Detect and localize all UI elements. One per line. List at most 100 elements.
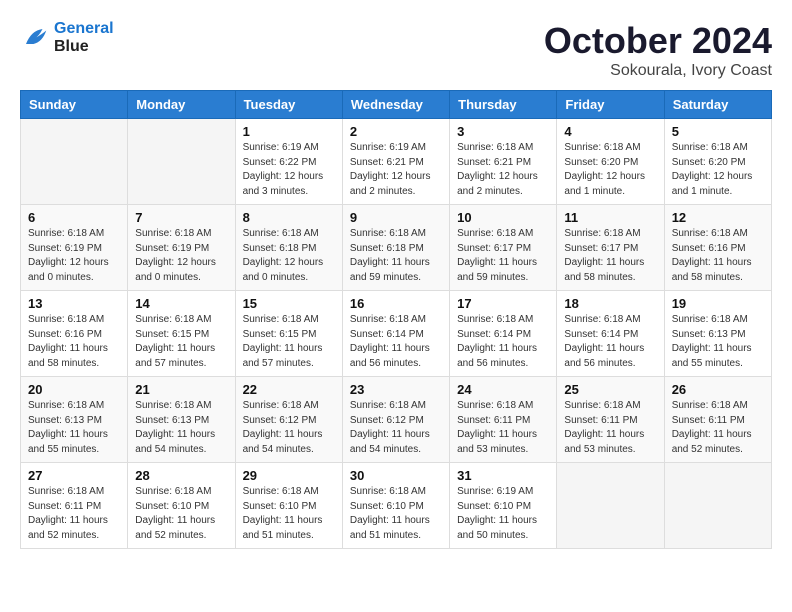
day-number: 18 [564, 296, 656, 311]
weekday-header-tuesday: Tuesday [235, 91, 342, 119]
day-number: 6 [28, 210, 120, 225]
day-number: 21 [135, 382, 227, 397]
calendar-cell: 14Sunrise: 6:18 AMSunset: 6:15 PMDayligh… [128, 291, 235, 377]
page-header: General Blue October 2024 Sokourala, Ivo… [20, 20, 772, 80]
weekday-header-wednesday: Wednesday [342, 91, 449, 119]
day-info: Sunrise: 6:18 AMSunset: 6:10 PMDaylight:… [350, 485, 442, 543]
day-number: 28 [135, 468, 227, 483]
day-number: 12 [672, 210, 764, 225]
logo-icon [20, 23, 50, 53]
calendar-week-row: 27 Sunrise: 6:18 AMSunset: 6:11 PMDayligh… [21, 463, 772, 549]
day-number: 20 [28, 382, 120, 397]
calendar-cell: 25 Sunrise: 6:18 AMSunset: 6:11 PMDayligh… [557, 377, 664, 463]
calendar-table: SundayMondayTuesdayWednesdayThursdayFrid… [20, 90, 772, 549]
calendar-cell [664, 463, 771, 549]
month-title: October 2024 [544, 20, 772, 62]
day-info: Sunrise: 6:18 AMSunset: 6:11 PMDaylight:… [564, 399, 656, 457]
day-info: Sunrise: 6:18 AMSunset: 6:16 PMDaylight:… [672, 227, 764, 285]
day-info: Sunrise: 6:18 AMSunset: 6:11 PMDaylight:… [672, 399, 764, 457]
calendar-cell: 10 Sunrise: 6:18 AMSunset: 6:17 PMDayligh… [450, 205, 557, 291]
calendar-cell: 7 Sunrise: 6:18 AMSunset: 6:19 PMDaylight… [128, 205, 235, 291]
day-info: Sunrise: 6:19 AMSunset: 6:21 PMDaylight:… [350, 141, 442, 199]
calendar-cell: 18 Sunrise: 6:18 AMSunset: 6:14 PMDayligh… [557, 291, 664, 377]
calendar-cell: 20 Sunrise: 6:18 AMSunset: 6:13 PMDayligh… [21, 377, 128, 463]
calendar-cell: 8 Sunrise: 6:18 AMSunset: 6:18 PMDaylight… [235, 205, 342, 291]
day-number: 25 [564, 382, 656, 397]
day-number: 3 [457, 124, 549, 139]
weekday-header-saturday: Saturday [664, 91, 771, 119]
calendar-cell: 12 Sunrise: 6:18 AMSunset: 6:16 PMDayligh… [664, 205, 771, 291]
day-info: Sunrise: 6:18 AMSunset: 6:11 PMDaylight:… [28, 485, 120, 543]
weekday-header-row: SundayMondayTuesdayWednesdayThursdayFrid… [21, 91, 772, 119]
day-number: 15 [243, 296, 335, 311]
day-info: Sunrise: 6:18 AMSunset: 6:17 PMDaylight:… [457, 227, 549, 285]
day-number: 7 [135, 210, 227, 225]
calendar-cell: 19 Sunrise: 6:18 AMSunset: 6:13 PMDayligh… [664, 291, 771, 377]
day-info: Sunrise: 6:18 AMSunset: 6:19 PMDaylight:… [135, 227, 227, 285]
calendar-cell: 4Sunrise: 6:18 AMSunset: 6:20 PMDaylight… [557, 119, 664, 205]
calendar-cell: 11Sunrise: 6:18 AMSunset: 6:17 PMDayligh… [557, 205, 664, 291]
calendar-cell [21, 119, 128, 205]
day-info: Sunrise: 6:18 AMSunset: 6:18 PMDaylight:… [243, 227, 335, 285]
day-info: Sunrise: 6:18 AMSunset: 6:16 PMDaylight:… [28, 313, 120, 371]
calendar-cell: 29 Sunrise: 6:18 AMSunset: 6:10 PMDayligh… [235, 463, 342, 549]
day-number: 1 [243, 124, 335, 139]
day-number: 13 [28, 296, 120, 311]
day-info: Sunrise: 6:18 AMSunset: 6:11 PMDaylight:… [457, 399, 549, 457]
day-number: 2 [350, 124, 442, 139]
day-info: Sunrise: 6:19 AMSunset: 6:10 PMDaylight:… [457, 485, 549, 543]
day-number: 8 [243, 210, 335, 225]
calendar-cell: 6Sunrise: 6:18 AMSunset: 6:19 PMDaylight… [21, 205, 128, 291]
calendar-cell: 13 Sunrise: 6:18 AMSunset: 6:16 PMDayligh… [21, 291, 128, 377]
calendar-week-row: 6 Sunrise: 6:18 AMSunset: 6:19 PMDaylight… [21, 205, 772, 291]
calendar-cell: 30Sunrise: 6:18 AMSunset: 6:10 PMDayligh… [342, 463, 449, 549]
day-info: Sunrise: 6:18 AMSunset: 6:14 PMDaylight:… [457, 313, 549, 371]
day-info: Sunrise: 6:18 AMSunset: 6:13 PMDaylight:… [135, 399, 227, 457]
calendar-cell: 21 Sunrise: 6:18 AMSunset: 6:13 PMDayligh… [128, 377, 235, 463]
calendar-title-section: October 2024 Sokourala, Ivory Coast [544, 20, 772, 80]
calendar-cell: 26 Sunrise: 6:18 AMSunset: 6:11 PMDayligh… [664, 377, 771, 463]
weekday-header-sunday: Sunday [21, 91, 128, 119]
day-number: 29 [243, 468, 335, 483]
day-info: Sunrise: 6:18 AMSunset: 6:20 PMDaylight:… [672, 141, 764, 199]
calendar-cell: 5 Sunrise: 6:18 AMSunset: 6:20 PMDaylight… [664, 119, 771, 205]
calendar-cell: 28 Sunrise: 6:18 AMSunset: 6:10 PMDayligh… [128, 463, 235, 549]
day-info: Sunrise: 6:18 AMSunset: 6:13 PMDaylight:… [28, 399, 120, 457]
day-number: 22 [243, 382, 335, 397]
day-number: 27 [28, 468, 120, 483]
day-info: Sunrise: 6:18 AMSunset: 6:10 PMDaylight:… [135, 485, 227, 543]
calendar-cell: 24 Sunrise: 6:18 AMSunset: 6:11 PMDayligh… [450, 377, 557, 463]
day-number: 26 [672, 382, 764, 397]
day-number: 24 [457, 382, 549, 397]
calendar-cell: 23Sunrise: 6:18 AMSunset: 6:12 PMDayligh… [342, 377, 449, 463]
calendar-cell: 15 Sunrise: 6:18 AMSunset: 6:15 PMDayligh… [235, 291, 342, 377]
calendar-week-row: 1 Sunrise: 6:19 AMSunset: 6:22 PMDaylight… [21, 119, 772, 205]
weekday-header-friday: Friday [557, 91, 664, 119]
day-number: 23 [350, 382, 442, 397]
day-info: Sunrise: 6:18 AMSunset: 6:14 PMDaylight:… [350, 313, 442, 371]
day-number: 31 [457, 468, 549, 483]
day-info: Sunrise: 6:19 AMSunset: 6:22 PMDaylight:… [243, 141, 335, 199]
day-info: Sunrise: 6:18 AMSunset: 6:15 PMDaylight:… [135, 313, 227, 371]
calendar-cell: 9Sunrise: 6:18 AMSunset: 6:18 PMDaylight… [342, 205, 449, 291]
day-info: Sunrise: 6:18 AMSunset: 6:15 PMDaylight:… [243, 313, 335, 371]
day-number: 19 [672, 296, 764, 311]
calendar-week-row: 20 Sunrise: 6:18 AMSunset: 6:13 PMDayligh… [21, 377, 772, 463]
day-number: 16 [350, 296, 442, 311]
day-info: Sunrise: 6:18 AMSunset: 6:20 PMDaylight:… [564, 141, 656, 199]
day-info: Sunrise: 6:18 AMSunset: 6:14 PMDaylight:… [564, 313, 656, 371]
calendar-cell: 16 Sunrise: 6:18 AMSunset: 6:14 PMDayligh… [342, 291, 449, 377]
day-number: 5 [672, 124, 764, 139]
day-number: 10 [457, 210, 549, 225]
day-info: Sunrise: 6:18 AMSunset: 6:13 PMDaylight:… [672, 313, 764, 371]
calendar-cell: 31 Sunrise: 6:19 AMSunset: 6:10 PMDayligh… [450, 463, 557, 549]
day-number: 9 [350, 210, 442, 225]
logo: General Blue [20, 20, 114, 55]
day-number: 11 [564, 210, 656, 225]
calendar-cell: 2 Sunrise: 6:19 AMSunset: 6:21 PMDaylight… [342, 119, 449, 205]
day-info: Sunrise: 6:18 AMSunset: 6:10 PMDaylight:… [243, 485, 335, 543]
day-info: Sunrise: 6:18 AMSunset: 6:21 PMDaylight:… [457, 141, 549, 199]
calendar-cell: 27 Sunrise: 6:18 AMSunset: 6:11 PMDayligh… [21, 463, 128, 549]
calendar-cell: 1 Sunrise: 6:19 AMSunset: 6:22 PMDaylight… [235, 119, 342, 205]
calendar-cell: 3 Sunrise: 6:18 AMSunset: 6:21 PMDaylight… [450, 119, 557, 205]
